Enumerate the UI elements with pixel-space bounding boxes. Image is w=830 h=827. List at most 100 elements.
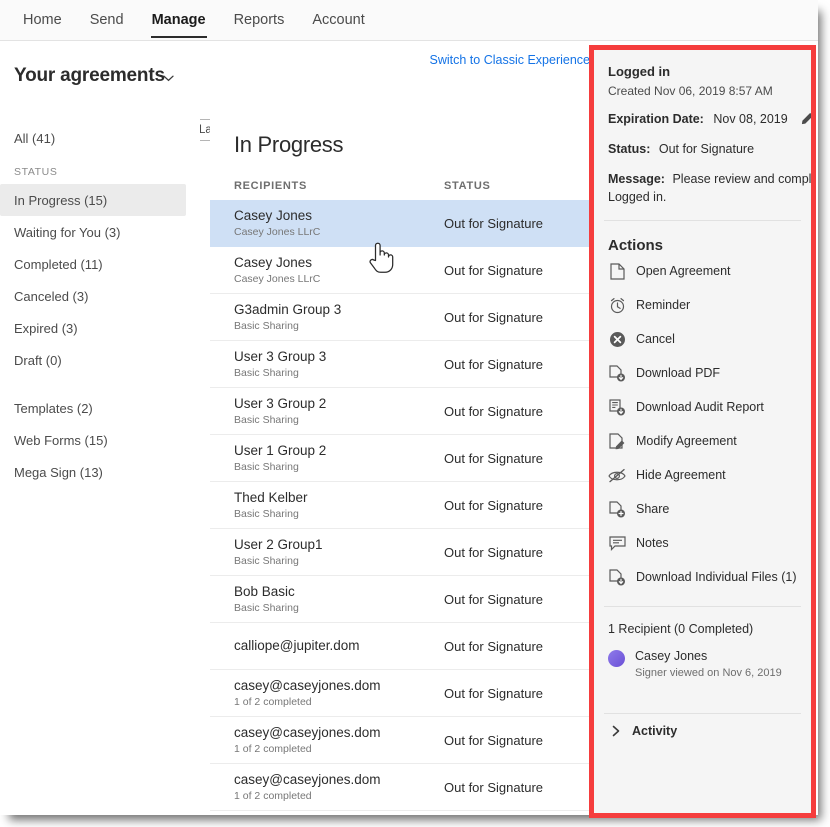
chevron-down-icon[interactable] (163, 73, 174, 84)
activity-expander[interactable]: Activity (608, 714, 797, 748)
table-row[interactable]: casey@caseyjones.dom 1 of 2 completed Ou… (210, 670, 590, 717)
expiration-date-label: Expiration Date: (608, 112, 704, 126)
sidebar-item-completed[interactable]: Completed (11) (0, 248, 200, 280)
sidebar-item-web-forms[interactable]: Web Forms (15) (0, 424, 200, 456)
row-recipient-name: Casey Jones (234, 255, 444, 271)
sidebar-item-draft[interactable]: Draft (0) (0, 344, 200, 376)
row-recipient-name: User 1 Group 2 (234, 443, 444, 459)
agreements-list: In Progress RECIPIENTS STATUS Casey Jone… (210, 111, 590, 815)
row-recipient-cell: Casey Jones Casey Jones LLrC (234, 208, 444, 239)
actions-heading: Actions (608, 221, 797, 254)
row-recipient-name: casey@caseyjones.dom (234, 678, 444, 694)
row-status: Out for Signature (444, 498, 584, 513)
table-row[interactable]: Thed Kelber Basic Sharing Out for Signat… (210, 482, 590, 529)
action-label: Reminder (636, 298, 690, 312)
download-pdf-icon (608, 364, 626, 382)
action-label: Download Individual Files (1) (636, 570, 797, 584)
pencil-icon[interactable] (801, 112, 811, 128)
row-status: Out for Signature (444, 592, 584, 607)
row-status: Out for Signature (444, 545, 584, 560)
table-row[interactable]: calliope@jupiter.dom Out for Signature (210, 623, 590, 670)
sidebar-item-all[interactable]: All (41) (0, 122, 200, 154)
sidebar-item-label: Mega Sign (13) (14, 465, 103, 480)
notes-icon (608, 534, 626, 552)
alarm-clock-icon (608, 296, 626, 314)
nav-item-home[interactable]: Home (9, 0, 76, 41)
agreement-status-row: Status: Out for Signature (608, 128, 797, 156)
action-modify-agreement[interactable]: Modify Agreement (608, 424, 797, 458)
expiration-date-value: Nov 08, 2019 (713, 112, 787, 126)
row-recipient-name: Bob Basic (234, 584, 444, 600)
sidebar-section-status: STATUS (0, 154, 200, 184)
agreement-detail-panel: Logged in Created Nov 06, 2019 8:57 AM E… (594, 50, 811, 813)
sidebar-item-waiting-for-you[interactable]: Waiting for You (3) (0, 216, 200, 248)
action-hide-agreement[interactable]: Hide Agreement (608, 458, 797, 492)
row-recipient-sub: Basic Sharing (234, 319, 444, 333)
list-column-headers: RECIPIENTS STATUS (210, 158, 590, 200)
action-share[interactable]: Share (608, 492, 797, 526)
action-cancel[interactable]: Cancel (608, 322, 797, 356)
row-recipient-cell: User 3 Group 2 Basic Sharing (234, 396, 444, 427)
action-label: Cancel (636, 332, 675, 346)
row-recipient-name: User 3 Group 3 (234, 349, 444, 365)
nav-label: Reports (234, 12, 285, 28)
table-row[interactable]: User 3 Group 3 Basic Sharing Out for Sig… (210, 341, 590, 388)
action-download-pdf[interactable]: Download PDF (608, 356, 797, 390)
recipient-entry[interactable]: Casey Jones Signer viewed on Nov 6, 2019 (608, 636, 797, 681)
nav-item-send[interactable]: Send (76, 0, 138, 41)
agreement-detail-panel-highlight: Logged in Created Nov 06, 2019 8:57 AM E… (589, 45, 816, 818)
nav-item-reports[interactable]: Reports (220, 0, 299, 41)
row-recipient-cell: Thed Kelber Basic Sharing (234, 490, 444, 521)
table-row[interactable]: Casey Jones Casey Jones LLrC Out for Sig… (210, 200, 590, 247)
agreement-message: Message: Please review and complet Logge… (608, 156, 797, 206)
row-status: Out for Signature (444, 263, 584, 278)
action-label: Modify Agreement (636, 434, 737, 448)
action-label: Open Agreement (636, 264, 731, 278)
recipients-count: 1 Recipient (0 Completed) (608, 607, 797, 636)
document-icon (608, 262, 626, 280)
action-download-individual-files[interactable]: Download Individual Files (1) (608, 560, 797, 594)
action-open-agreement[interactable]: Open Agreement (608, 254, 797, 288)
sidebar-item-canceled[interactable]: Canceled (3) (0, 280, 200, 312)
action-reminder[interactable]: Reminder (608, 288, 797, 322)
sidebar-item-in-progress[interactable]: In Progress (15) (0, 184, 186, 216)
row-recipient-sub: 1 of 2 completed (234, 742, 444, 756)
row-recipient-sub: 1 of 2 completed (234, 695, 444, 709)
message-text-line2: Logged in. (608, 188, 797, 206)
switch-to-classic-link[interactable]: Switch to Classic Experience (430, 53, 590, 67)
row-recipient-name: G3admin Group 3 (234, 302, 444, 318)
sidebar-item-expired[interactable]: Expired (3) (0, 312, 200, 344)
row-recipient-sub: 1 of 2 completed (234, 789, 444, 803)
row-recipient-cell: G3admin Group 3 Basic Sharing (234, 302, 444, 333)
sidebar-item-mega-sign[interactable]: Mega Sign (13) (0, 456, 200, 488)
table-row[interactable]: casey@caseyjones.dom 1 of 2 completed Ou… (210, 717, 590, 764)
row-recipient-cell: User 1 Group 2 Basic Sharing (234, 443, 444, 474)
sidebar-item-label: All (41) (14, 131, 55, 146)
sidebar-item-templates[interactable]: Templates (2) (0, 392, 200, 424)
table-row[interactable]: Bob Basic Basic Sharing Out for Signatur… (210, 576, 590, 623)
table-row[interactable]: G3admin Group 3 Basic Sharing Out for Si… (210, 294, 590, 341)
action-download-audit-report[interactable]: Download Audit Report (608, 390, 797, 424)
nav-item-manage[interactable]: Manage (138, 0, 220, 41)
table-row[interactable]: casey@caseyjones.dom 1 of 2 completed Ou… (210, 764, 590, 811)
share-document-icon (608, 500, 626, 518)
eye-slash-icon (608, 466, 626, 484)
nav-item-account[interactable]: Account (298, 0, 378, 41)
message-text-line1: Please review and complet (672, 172, 811, 186)
edit-document-icon (608, 432, 626, 450)
sidebar-item-label: Waiting for You (3) (14, 225, 120, 240)
recipient-status: Signer viewed on Nov 6, 2019 (635, 666, 782, 681)
row-status: Out for Signature (444, 357, 584, 372)
activity-label: Activity (632, 724, 677, 738)
chevron-right-icon (608, 725, 624, 737)
table-row[interactable]: Casey Jones Casey Jones LLrC Out for Sig… (210, 247, 590, 294)
screenshot-root: Home Send Manage Reports Account Switch … (0, 0, 830, 827)
table-row[interactable]: User 3 Group 2 Basic Sharing Out for Sig… (210, 388, 590, 435)
table-row[interactable]: User 2 Group1 Basic Sharing Out for Sign… (210, 529, 590, 576)
row-recipient-cell: Casey Jones Casey Jones LLrC (234, 255, 444, 286)
top-navigation: Home Send Manage Reports Account (0, 0, 818, 41)
table-row[interactable]: User 1 Group 2 Basic Sharing Out for Sig… (210, 435, 590, 482)
action-notes[interactable]: Notes (608, 526, 797, 560)
recipient-name: Casey Jones (635, 648, 782, 664)
row-status: Out for Signature (444, 216, 584, 231)
